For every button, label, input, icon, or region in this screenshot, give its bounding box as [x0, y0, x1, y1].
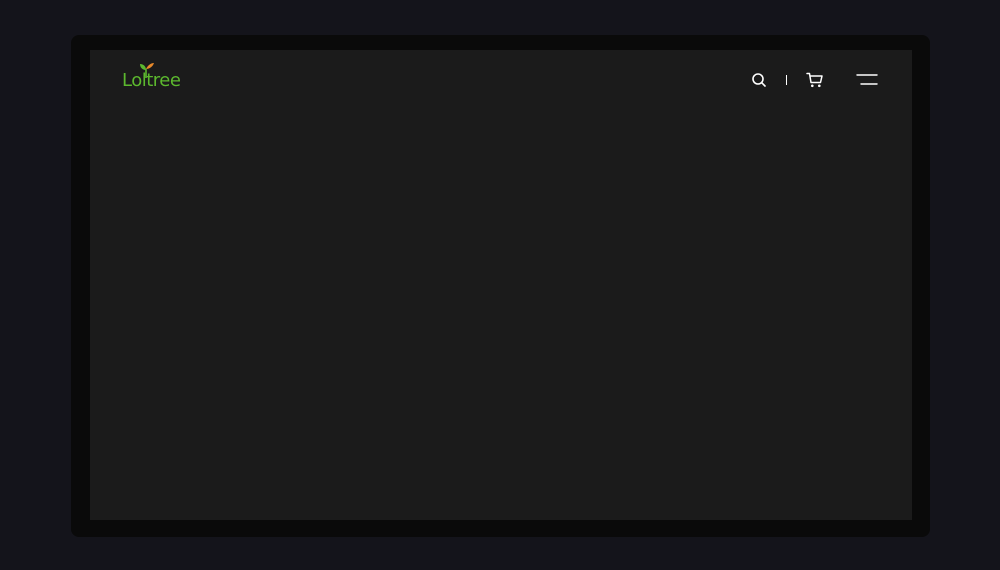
site-header: Loltree [90, 50, 912, 110]
cart-icon [806, 72, 823, 88]
search-icon [752, 73, 766, 87]
app-screen: Loltree [90, 50, 912, 520]
search-button[interactable] [749, 70, 769, 90]
cart-button[interactable] [804, 70, 826, 90]
brand-logo[interactable]: Loltree [122, 62, 192, 94]
menu-button[interactable] [855, 70, 879, 90]
device-frame: Loltree [71, 35, 930, 537]
brand-name: Loltree [122, 70, 181, 91]
header-divider [786, 75, 787, 85]
hamburger-menu-icon [856, 74, 878, 85]
